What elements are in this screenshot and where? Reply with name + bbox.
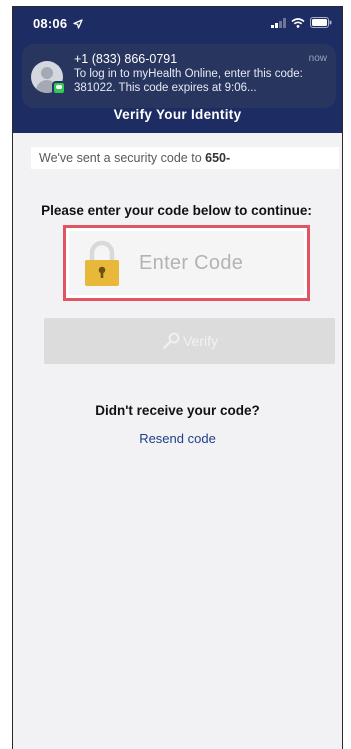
no-code-question: Didn't receive your code? bbox=[95, 403, 260, 418]
code-instruction: Please enter your code below to continue… bbox=[41, 203, 312, 218]
status-icons bbox=[271, 17, 332, 28]
wifi-icon bbox=[291, 17, 305, 28]
verify-button[interactable]: Verify bbox=[44, 318, 335, 364]
verify-button-label: Verify bbox=[182, 333, 218, 349]
signal-icon bbox=[271, 17, 286, 28]
messages-app-icon bbox=[52, 81, 66, 95]
masked-phone-number: 650- bbox=[205, 151, 231, 165]
padlock-icon bbox=[85, 240, 119, 286]
code-input-placeholder: Enter Code bbox=[139, 251, 244, 274]
notification-time: now bbox=[308, 53, 327, 64]
resend-code-link[interactable]: Resend code bbox=[13, 431, 342, 446]
battery-icon bbox=[310, 17, 332, 28]
page-title-text: Verify Your Identity bbox=[113, 107, 242, 122]
wrench-icon bbox=[162, 332, 180, 349]
status-bar: 08:06 bbox=[13, 7, 342, 39]
notification-body: To log in to myHealth Online, enter this… bbox=[74, 68, 303, 94]
status-time: 08:06 bbox=[33, 16, 83, 31]
notification-sender: +1 (833) 866-0791 bbox=[74, 52, 178, 66]
page-title: Verify Your Identity bbox=[13, 107, 342, 122]
status-time-text: 08:06 bbox=[33, 16, 68, 31]
code-sent-text: We've sent a security code to bbox=[39, 151, 206, 165]
code-sent-banner: We've sent a security code to 650- bbox=[31, 147, 339, 169]
sms-notification-banner[interactable]: +1 (833) 866-0791 now To log in to myHea… bbox=[22, 44, 336, 108]
code-input-highlight: Enter Code bbox=[63, 225, 310, 301]
phone-frame: 08:06 Verify Your Identity +1 (833) 866-… bbox=[12, 6, 343, 749]
code-input[interactable]: Enter Code bbox=[69, 231, 304, 295]
location-arrow-icon bbox=[73, 19, 83, 29]
app-header: 08:06 Verify Your Identity +1 (833) 866-… bbox=[13, 7, 342, 133]
